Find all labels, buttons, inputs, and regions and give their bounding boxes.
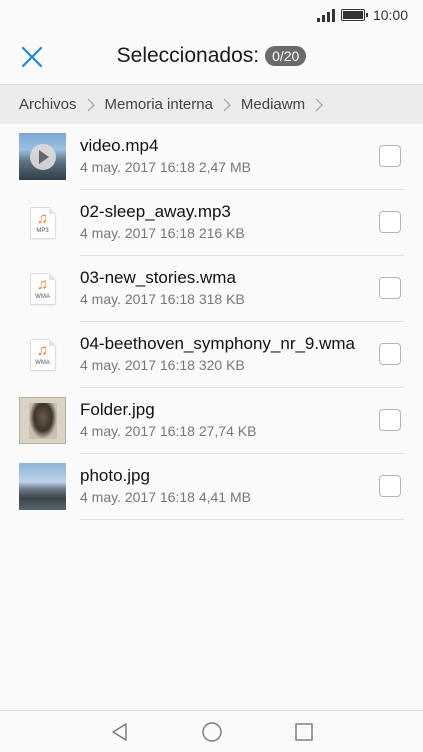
file-meta: 4 may. 2017 16:18 2,47 MB <box>80 159 251 175</box>
select-checkbox[interactable] <box>379 145 401 167</box>
select-checkbox[interactable] <box>379 277 401 299</box>
select-checkbox[interactable] <box>379 409 401 431</box>
file-name: 04-beethoven_symphony_nr_9.wma <box>80 334 356 353</box>
back-button[interactable] <box>109 721 131 743</box>
breadcrumb-item-archivos[interactable]: Archivos <box>19 96 77 113</box>
video-thumbnail <box>19 133 66 180</box>
file-meta: 4 may. 2017 16:18 4,41 MB <box>80 489 251 505</box>
file-meta: 4 may. 2017 16:18 318 KB <box>80 291 245 307</box>
wma-file-icon: ♫ WMA <box>19 265 66 312</box>
breadcrumb: Archivos Memoria interna Mediawm <box>0 84 423 124</box>
signal-icon <box>316 8 335 22</box>
status-bar: 10:00 <box>0 0 423 30</box>
file-name: Folder.jpg <box>80 400 155 419</box>
wma-file-icon: ♫ WMA <box>19 331 66 378</box>
file-list: video.mp4 4 may. 2017 16:18 2,47 MB ♫ MP3… <box>0 124 423 520</box>
file-name: video.mp4 <box>80 136 159 155</box>
file-meta: 4 may. 2017 16:18 320 KB <box>80 357 245 373</box>
list-item[interactable]: ♫ WMA 04-beethoven_symphony_nr_9.wma 4 ma… <box>0 322 423 388</box>
select-checkbox[interactable] <box>379 343 401 365</box>
status-time: 10:00 <box>372 7 408 23</box>
list-item[interactable]: photo.jpg 4 may. 2017 16:18 4,41 MB <box>0 454 423 520</box>
page-title: Seleccionados: <box>116 44 260 67</box>
list-item[interactable]: ♫ WMA 03-new_stories.wma 4 may. 2017 16:1… <box>0 256 423 322</box>
select-checkbox[interactable] <box>379 211 401 233</box>
breadcrumb-item-memoria-interna[interactable]: Memoria interna <box>105 96 213 113</box>
play-icon <box>29 143 56 170</box>
recents-button[interactable] <box>293 721 315 743</box>
list-item[interactable]: video.mp4 4 may. 2017 16:18 2,47 MB <box>0 124 423 190</box>
select-checkbox[interactable] <box>379 475 401 497</box>
home-circle-icon <box>201 721 222 742</box>
recents-square-icon <box>294 722 313 741</box>
header: Seleccionados: 0/20 <box>0 30 423 82</box>
file-meta: 4 may. 2017 16:18 27,74 KB <box>80 423 257 439</box>
battery-icon <box>340 9 368 21</box>
file-meta: 4 may. 2017 16:18 216 KB <box>80 225 245 241</box>
chevron-right-icon <box>315 98 324 112</box>
navigation-bar <box>0 710 423 752</box>
chevron-right-icon <box>87 98 95 112</box>
selection-counter-badge: 0/20 <box>265 46 307 66</box>
home-button[interactable] <box>201 721 223 743</box>
image-thumbnail <box>19 463 66 510</box>
chevron-right-icon <box>223 98 231 112</box>
mp3-file-icon: ♫ MP3 <box>19 199 66 246</box>
list-item[interactable]: ♫ MP3 02-sleep_away.mp3 4 may. 2017 16:18… <box>0 190 423 256</box>
file-name: photo.jpg <box>80 466 150 485</box>
file-name: 03-new_stories.wma <box>80 268 236 287</box>
back-triangle-icon <box>111 722 127 741</box>
breadcrumb-item-mediawm[interactable]: Mediawm <box>241 96 305 113</box>
file-name: 02-sleep_away.mp3 <box>80 202 231 221</box>
divider <box>80 519 404 520</box>
selection-title: Seleccionados: 0/20 <box>0 44 423 68</box>
list-item[interactable]: Folder.jpg 4 may. 2017 16:18 27,74 KB <box>0 388 423 454</box>
image-thumbnail <box>19 397 66 444</box>
